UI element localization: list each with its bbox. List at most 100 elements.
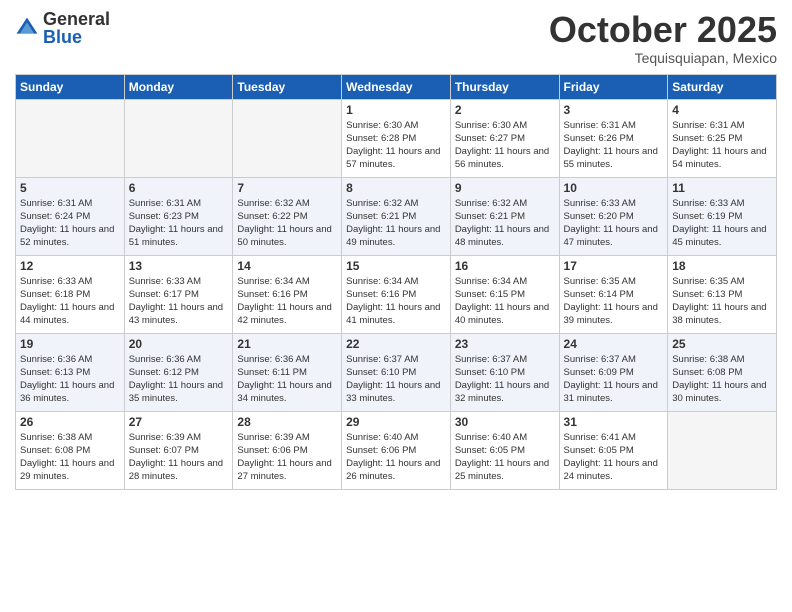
calendar-cell: 1 Sunrise: 6:30 AMSunset: 6:28 PMDaylight…	[342, 99, 451, 177]
day-info: Sunrise: 6:35 AMSunset: 6:13 PMDaylight:…	[672, 275, 772, 328]
month-title: October 2025	[549, 10, 777, 50]
calendar-cell	[668, 411, 777, 489]
day-info: Sunrise: 6:36 AMSunset: 6:12 PMDaylight:…	[129, 353, 229, 406]
location: Tequisquiapan, Mexico	[549, 50, 777, 66]
day-info: Sunrise: 6:37 AMSunset: 6:09 PMDaylight:…	[564, 353, 664, 406]
calendar-cell: 25 Sunrise: 6:38 AMSunset: 6:08 PMDayligh…	[668, 333, 777, 411]
calendar-week-row: 26 Sunrise: 6:38 AMSunset: 6:08 PMDayligh…	[16, 411, 777, 489]
day-number: 2	[455, 103, 555, 117]
header: General Blue October 2025 Tequisquiapan,…	[15, 10, 777, 66]
calendar-week-row: 5 Sunrise: 6:31 AMSunset: 6:24 PMDaylight…	[16, 177, 777, 255]
day-info: Sunrise: 6:34 AMSunset: 6:16 PMDaylight:…	[237, 275, 337, 328]
day-info: Sunrise: 6:37 AMSunset: 6:10 PMDaylight:…	[455, 353, 555, 406]
day-number: 13	[129, 259, 229, 273]
weekday-header: Sunday	[16, 74, 125, 99]
day-info: Sunrise: 6:31 AMSunset: 6:24 PMDaylight:…	[20, 197, 120, 250]
calendar-week-row: 1 Sunrise: 6:30 AMSunset: 6:28 PMDaylight…	[16, 99, 777, 177]
day-number: 21	[237, 337, 337, 351]
day-info: Sunrise: 6:38 AMSunset: 6:08 PMDaylight:…	[672, 353, 772, 406]
calendar-cell: 28 Sunrise: 6:39 AMSunset: 6:06 PMDayligh…	[233, 411, 342, 489]
day-number: 19	[20, 337, 120, 351]
day-number: 26	[20, 415, 120, 429]
calendar-cell: 8 Sunrise: 6:32 AMSunset: 6:21 PMDaylight…	[342, 177, 451, 255]
calendar-cell: 14 Sunrise: 6:34 AMSunset: 6:16 PMDayligh…	[233, 255, 342, 333]
calendar-cell: 20 Sunrise: 6:36 AMSunset: 6:12 PMDayligh…	[124, 333, 233, 411]
calendar-cell: 30 Sunrise: 6:40 AMSunset: 6:05 PMDayligh…	[450, 411, 559, 489]
day-info: Sunrise: 6:36 AMSunset: 6:11 PMDaylight:…	[237, 353, 337, 406]
calendar-cell: 2 Sunrise: 6:30 AMSunset: 6:27 PMDaylight…	[450, 99, 559, 177]
day-info: Sunrise: 6:35 AMSunset: 6:14 PMDaylight:…	[564, 275, 664, 328]
day-info: Sunrise: 6:30 AMSunset: 6:28 PMDaylight:…	[346, 119, 446, 172]
calendar-cell: 18 Sunrise: 6:35 AMSunset: 6:13 PMDayligh…	[668, 255, 777, 333]
logo-icon	[15, 16, 39, 40]
day-number: 23	[455, 337, 555, 351]
day-number: 17	[564, 259, 664, 273]
weekday-header: Saturday	[668, 74, 777, 99]
day-info: Sunrise: 6:41 AMSunset: 6:05 PMDaylight:…	[564, 431, 664, 484]
day-info: Sunrise: 6:33 AMSunset: 6:20 PMDaylight:…	[564, 197, 664, 250]
weekday-header: Tuesday	[233, 74, 342, 99]
day-info: Sunrise: 6:32 AMSunset: 6:21 PMDaylight:…	[455, 197, 555, 250]
day-info: Sunrise: 6:33 AMSunset: 6:18 PMDaylight:…	[20, 275, 120, 328]
calendar-cell	[124, 99, 233, 177]
calendar-table: SundayMondayTuesdayWednesdayThursdayFrid…	[15, 74, 777, 490]
day-number: 12	[20, 259, 120, 273]
calendar-week-row: 12 Sunrise: 6:33 AMSunset: 6:18 PMDayligh…	[16, 255, 777, 333]
page: General Blue October 2025 Tequisquiapan,…	[0, 0, 792, 612]
calendar-cell: 5 Sunrise: 6:31 AMSunset: 6:24 PMDaylight…	[16, 177, 125, 255]
day-number: 11	[672, 181, 772, 195]
title-block: October 2025 Tequisquiapan, Mexico	[549, 10, 777, 66]
weekday-header-row: SundayMondayTuesdayWednesdayThursdayFrid…	[16, 74, 777, 99]
day-number: 14	[237, 259, 337, 273]
calendar-week-row: 19Sunrise: 6:36 AMSunset: 6:13 PMDayligh…	[16, 333, 777, 411]
weekday-header: Wednesday	[342, 74, 451, 99]
day-number: 5	[20, 181, 120, 195]
calendar-cell: 12 Sunrise: 6:33 AMSunset: 6:18 PMDayligh…	[16, 255, 125, 333]
day-number: 25	[672, 337, 772, 351]
day-info: Sunrise: 6:31 AMSunset: 6:26 PMDaylight:…	[564, 119, 664, 172]
day-number: 20	[129, 337, 229, 351]
day-number: 18	[672, 259, 772, 273]
day-number: 7	[237, 181, 337, 195]
day-info: Sunrise: 6:39 AMSunset: 6:06 PMDaylight:…	[237, 431, 337, 484]
calendar-cell: 9 Sunrise: 6:32 AMSunset: 6:21 PMDaylight…	[450, 177, 559, 255]
day-info: Sunrise: 6:31 AMSunset: 6:25 PMDaylight:…	[672, 119, 772, 172]
day-info: Sunrise: 6:38 AMSunset: 6:08 PMDaylight:…	[20, 431, 120, 484]
day-number: 6	[129, 181, 229, 195]
day-info: Sunrise: 6:40 AMSunset: 6:05 PMDaylight:…	[455, 431, 555, 484]
calendar-cell: 21 Sunrise: 6:36 AMSunset: 6:11 PMDayligh…	[233, 333, 342, 411]
day-info: Sunrise: 6:34 AMSunset: 6:15 PMDaylight:…	[455, 275, 555, 328]
day-number: 28	[237, 415, 337, 429]
calendar-cell	[233, 99, 342, 177]
day-number: 8	[346, 181, 446, 195]
day-number: 22	[346, 337, 446, 351]
logo-general: General	[43, 10, 110, 28]
day-info: Sunrise: 6:32 AMSunset: 6:21 PMDaylight:…	[346, 197, 446, 250]
logo-text: General Blue	[43, 10, 110, 46]
day-info: Sunrise: 6:40 AMSunset: 6:06 PMDaylight:…	[346, 431, 446, 484]
calendar-cell: 22Sunrise: 6:37 AMSunset: 6:10 PMDayligh…	[342, 333, 451, 411]
calendar-cell: 19Sunrise: 6:36 AMSunset: 6:13 PMDayligh…	[16, 333, 125, 411]
calendar-cell: 26 Sunrise: 6:38 AMSunset: 6:08 PMDayligh…	[16, 411, 125, 489]
day-info: Sunrise: 6:39 AMSunset: 6:07 PMDaylight:…	[129, 431, 229, 484]
day-number: 10	[564, 181, 664, 195]
logo: General Blue	[15, 10, 110, 46]
calendar-cell: 11 Sunrise: 6:33 AMSunset: 6:19 PMDayligh…	[668, 177, 777, 255]
calendar-cell: 23 Sunrise: 6:37 AMSunset: 6:10 PMDayligh…	[450, 333, 559, 411]
calendar-cell: 27 Sunrise: 6:39 AMSunset: 6:07 PMDayligh…	[124, 411, 233, 489]
day-info: Sunrise: 6:30 AMSunset: 6:27 PMDaylight:…	[455, 119, 555, 172]
weekday-header: Friday	[559, 74, 668, 99]
weekday-header: Thursday	[450, 74, 559, 99]
calendar-cell: 31Sunrise: 6:41 AMSunset: 6:05 PMDayligh…	[559, 411, 668, 489]
day-number: 30	[455, 415, 555, 429]
weekday-header: Monday	[124, 74, 233, 99]
calendar-cell: 6Sunrise: 6:31 AMSunset: 6:23 PMDaylight…	[124, 177, 233, 255]
day-info: Sunrise: 6:34 AMSunset: 6:16 PMDaylight:…	[346, 275, 446, 328]
day-number: 9	[455, 181, 555, 195]
day-info: Sunrise: 6:33 AMSunset: 6:19 PMDaylight:…	[672, 197, 772, 250]
day-number: 27	[129, 415, 229, 429]
calendar-cell: 16Sunrise: 6:34 AMSunset: 6:15 PMDayligh…	[450, 255, 559, 333]
day-number: 1	[346, 103, 446, 117]
calendar-cell: 10 Sunrise: 6:33 AMSunset: 6:20 PMDayligh…	[559, 177, 668, 255]
day-info: Sunrise: 6:33 AMSunset: 6:17 PMDaylight:…	[129, 275, 229, 328]
